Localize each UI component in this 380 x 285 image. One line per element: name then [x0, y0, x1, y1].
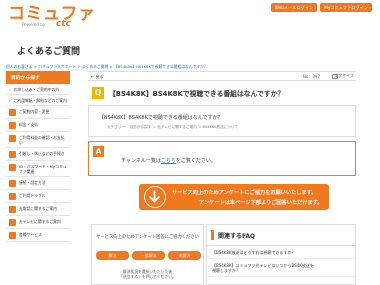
sidebar-item[interactable]: ご契約内容・変更 — [6, 106, 70, 119]
yen-icon — [9, 121, 16, 129]
question-heading: Q 【BS4K8K】BS4K8Kで視聴できる番組はなんですか？ — [92, 87, 284, 99]
survey-banner[interactable]: サービス向上のためアンケートにご協力をお願いいたします。 アンケートは本ページ下… — [139, 184, 329, 210]
back-label: 戻る — [95, 74, 104, 79]
question-number: No：397 — [302, 74, 320, 79]
logo-sub: Powered by — [22, 22, 46, 27]
sidebar-item-label: 料金・支払 — [19, 121, 38, 127]
answer-suffix: をご覧ください。 — [175, 158, 216, 164]
tv-icon — [9, 218, 16, 226]
question-body: 【BS4K8K】BS4K8Kで視聴できる番組はなんですか？ — [99, 115, 223, 121]
home-icon — [9, 150, 16, 158]
logo-text: コミュファ — [8, 4, 96, 24]
arrow-down-circle-icon — [144, 186, 166, 208]
font-size-control[interactable]: 文字サイズ — [334, 73, 354, 79]
unresolved-button[interactable]: 未解決 — [168, 251, 201, 260]
logo[interactable]: コミュファ Powered by ctc — [8, 6, 100, 30]
sidebar-item[interactable]: 接続・設定方法 — [6, 177, 70, 190]
sidebar-item-label: 接続・設定方法 — [19, 179, 46, 185]
sidebar-item-label: ID・パスワード・Myコミュファ関連 — [19, 163, 67, 174]
resolved-button[interactable]: 解決 — [96, 251, 129, 260]
answer-box: A チャンネル一覧はこちらをご覧ください。 — [88, 141, 356, 176]
mycommufa-login-button[interactable]: Myコミュファログイン — [320, 3, 372, 12]
vote-help: 解決状況を選択いただいた後 「送信する」を押してください。 — [92, 269, 203, 279]
sidebar: 目的から探す › お申し込み・ご契約中の方 › ご利用開始・解約などのご案内 ご契約… — [6, 71, 70, 242]
sidebar-item[interactable]: 光テレビに関するご案内 — [6, 216, 70, 229]
question-badge: Q — [92, 87, 104, 99]
faq-accent-bar — [211, 230, 214, 240]
key-icon — [9, 163, 16, 171]
sidebar-item-label: ご利用開始・解約などのご案内 — [13, 97, 67, 103]
sidebar-item[interactable]: 光電話に関するご案内 — [6, 203, 70, 216]
faq-title: 関連するFAQ — [218, 232, 256, 240]
vote-title: サービス向上のためアンケート回答にご協力ください — [96, 235, 199, 240]
arrow-down-glyph — [149, 190, 160, 203]
main-content: ← 戻る No：397 文字サイズ Q 【BS4K8K】BS4K8Kで視聴できる… — [88, 71, 356, 210]
sidebar-item-label: ご利用トラブル — [19, 192, 46, 198]
faq-item-continued[interactable]: 視聴しますか？ — [207, 268, 355, 277]
gear-icon — [9, 179, 16, 187]
answer-prefix: チャンネル一覧は — [121, 158, 161, 164]
sidebar-item[interactable]: ご利用トラブル — [6, 190, 70, 203]
sidebar-item[interactable]: › ご利用開始・解約などのご案内 — [6, 95, 70, 106]
grid-icon — [9, 231, 16, 239]
survey-line2: アンケートは本ページ下部よりご回答いただけます。 — [199, 200, 323, 206]
sidebar-item-label: 光テレビに関するご案内 — [19, 218, 61, 224]
alert-icon — [9, 192, 16, 200]
sidebar-item-label: 各種サービス — [19, 231, 42, 237]
survey-line1: サービス向上のためアンケートにご協力をお願いいたします。 — [172, 190, 317, 196]
webmail-login-button[interactable]: Webメールログイン — [270, 3, 318, 12]
vote-help-line2: 「送信する」を押してください。 — [119, 274, 176, 279]
sidebar-item[interactable]: ID・パスワード・Myコミュファ関連 — [6, 161, 70, 177]
sidebar-item-label: ご利用料金の確認・お支払い — [19, 134, 65, 145]
sidebar-item-label: ご契約内容・変更 — [19, 108, 50, 114]
faq-heading: 関連するFAQ — [207, 225, 355, 246]
survey-vote-panel: サービス向上のためアンケート回答にご協力ください 解決 一部解決 未解決 解決状… — [91, 224, 204, 285]
answer-text: チャンネル一覧はこちらをご覧ください。 — [121, 157, 216, 164]
phone-icon — [9, 205, 16, 213]
sidebar-item[interactable]: ご利用料金の確認・お支払い — [6, 132, 70, 148]
question-toolbar: ← 戻る No：397 文字サイズ — [88, 71, 356, 81]
chevron-right-icon: › — [9, 97, 11, 103]
page-title: よくあるご質問 — [17, 47, 81, 57]
header-buttons: Webメールログイン Myコミュファログイン — [270, 3, 372, 12]
faq-item[interactable]: 【BS4K8K】コミュファ光テレビはいつからBS4K放送を — [207, 259, 355, 268]
vote-buttons: 解決 一部解決 未解決 — [96, 251, 201, 260]
sidebar-item-label: 光電話に関するご案内 — [19, 205, 57, 211]
question-box: 【BS4K8K】BS4K8Kで視聴できる番組はなんですか？ カテゴリー： 目的か… — [88, 105, 356, 137]
channel-list-link[interactable]: こちら — [161, 158, 176, 164]
sidebar-item[interactable]: 各種サービス — [6, 229, 70, 242]
sidebar-item[interactable]: › お申し込み・ご契約中の方 — [6, 84, 70, 95]
related-faq: 関連するFAQ 【BS4K8K放送はどうすれば視聴できますか？ 【BS4K8K】… — [206, 224, 356, 285]
sidebar-item-label: お申し込み・ご契約中の方 — [13, 86, 60, 92]
card-icon — [9, 134, 16, 142]
logo-brand: ctc — [56, 19, 71, 29]
chevron-right-icon: › — [9, 86, 11, 92]
faq-item[interactable]: 【BS4K8K放送はどうすれば視聴できますか？ — [207, 246, 355, 259]
answer-badge: A — [93, 146, 104, 157]
sidebar-item[interactable]: 引越し・休止などの手続き — [6, 148, 70, 161]
sidebar-item-label: 引越し・休止などの手続き — [19, 150, 65, 156]
back-link[interactable]: ← 戻る — [91, 74, 104, 80]
sidebar-item[interactable]: 料金・支払 — [6, 119, 70, 132]
site-header: コミュファ Powered by ctc Webメールログイン Myコミュファロ… — [0, 0, 380, 32]
breadcrumb[interactable]: 個人のお客さま > コミュファ光サポート > よくあるご質問 > 【BS4K8K… — [6, 64, 208, 70]
question-title: 【BS4K8K】BS4K8Kで視聴できる番組はなんですか？ — [109, 90, 285, 98]
question-categories[interactable]: カテゴリー： 目的から探す ＞ 光テレビに関するご案内 ＞ BS4K8K放送につ… — [107, 125, 238, 130]
sidebar-heading: 目的から探す — [6, 71, 70, 84]
partially-resolved-button[interactable]: 一部解決 — [132, 251, 165, 260]
list-icon — [9, 108, 16, 116]
